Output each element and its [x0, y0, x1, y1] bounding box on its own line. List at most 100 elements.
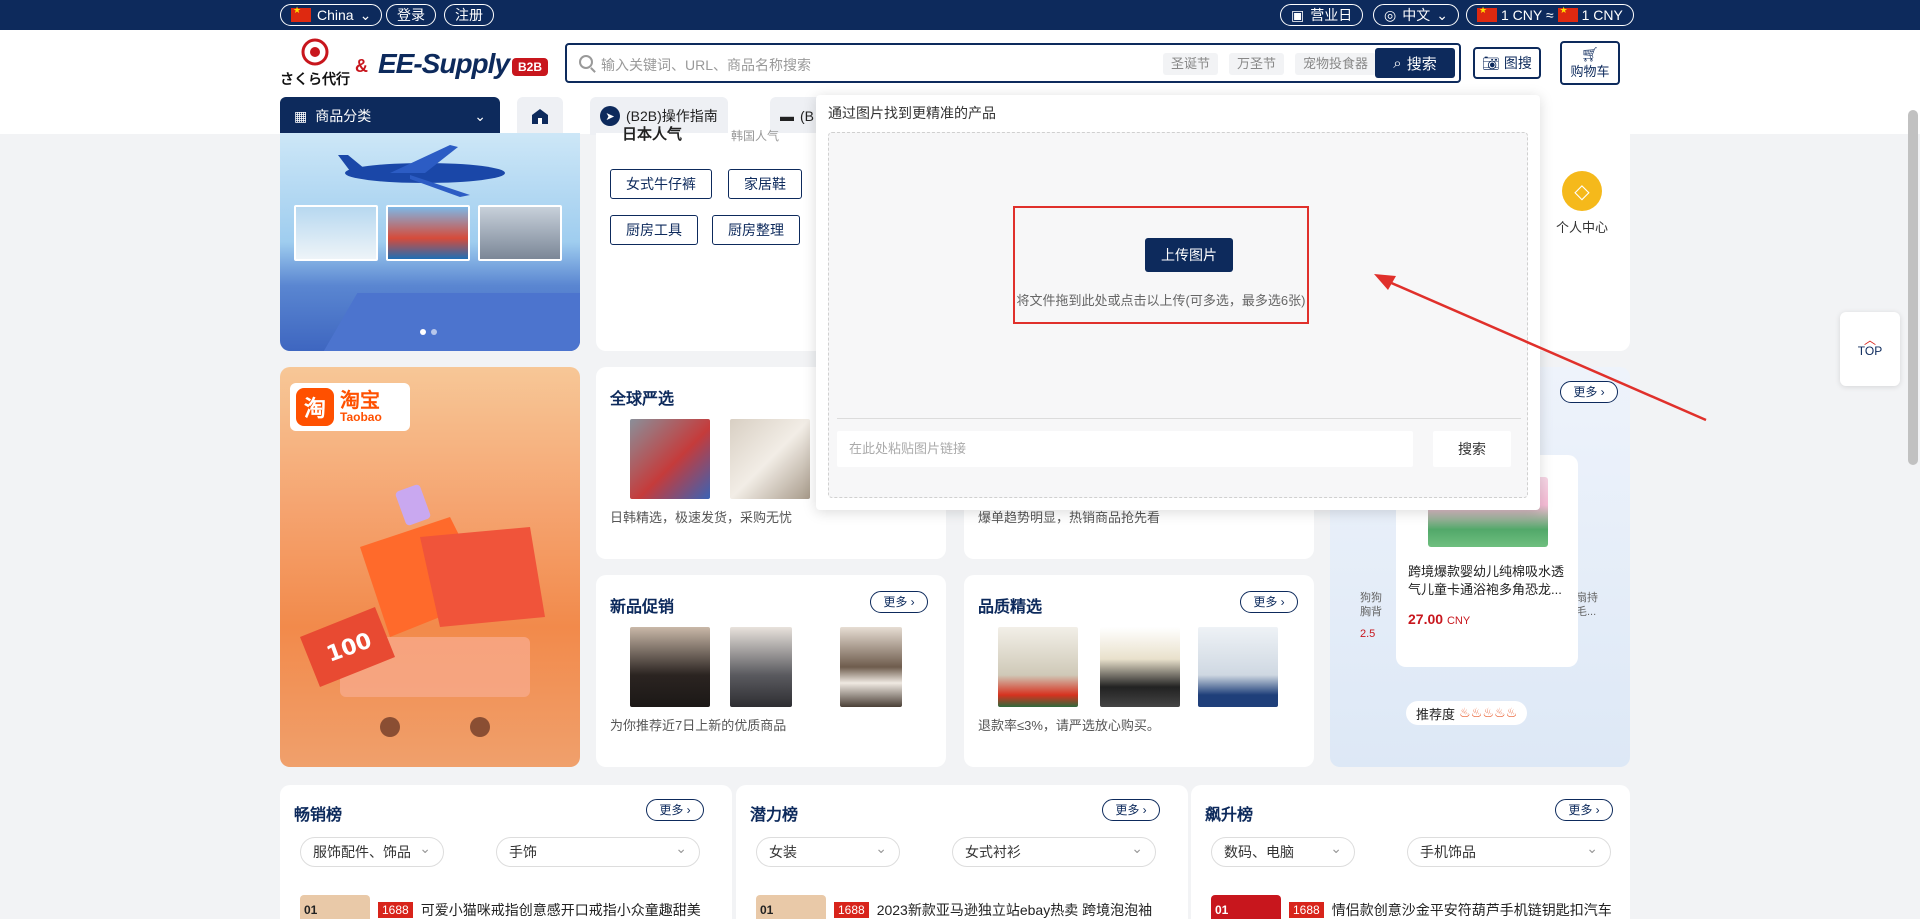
fire-icon: ♨♨♨♨♨ [1459, 705, 1518, 720]
section-subtitle: 韩国人气 [731, 129, 780, 143]
popup-title: 通过图片找到更精准的产品 [828, 105, 996, 121]
subcategory-dropdown[interactable]: 女式衬衫 [952, 834, 1156, 867]
category-dropdown[interactable]: 女装 [756, 834, 900, 867]
search-bar: 输入关键词、URL、商品名称搜索 圣诞节 万圣节 宠物投食器 ⌕ 搜索 [565, 43, 1461, 83]
product-image[interactable] [630, 419, 710, 499]
image-search-button[interactable]: 📷︎ 图搜 [1473, 47, 1541, 79]
more-button[interactable]: 更多 › [870, 591, 928, 613]
diamond-icon: ◇ [1562, 171, 1602, 211]
country-selector[interactable]: China ⌄ [280, 4, 383, 26]
language-selector[interactable]: ◎ 中文 ⌄ [1373, 4, 1459, 26]
sakura-logo[interactable]: さくら代行 [280, 38, 350, 88]
cart-icon: 🛒︎ [1581, 46, 1599, 62]
url-search-button[interactable]: 搜索 [1433, 431, 1511, 467]
section-description: 日韩精选，极速发货，采购无忧 [610, 510, 793, 525]
globe-icon: ◎ [1384, 6, 1397, 23]
back-to-top-button[interactable]: ︿ TOP [1840, 312, 1900, 386]
home-icon [532, 109, 548, 124]
search-button[interactable]: ⌕ 搜索 [1375, 48, 1455, 78]
bestseller-ranking: 畅销榜 更多 › 服饰配件、饰品 手饰 01 1688 可爱小猫咪戒指创意感开口… [280, 785, 732, 919]
more-button[interactable]: 更多 › [1102, 799, 1160, 821]
product-image[interactable] [998, 627, 1078, 707]
ranking-item[interactable]: 01 1688 情侣款创意沙金平安符葫芦手机链钥匙扣汽车 [1211, 895, 1612, 919]
more-button[interactable]: 更多 › [646, 799, 704, 821]
carousel-dots[interactable] [420, 329, 437, 335]
home-tab[interactable] [517, 97, 563, 135]
more-button[interactable]: 更多 › [1240, 591, 1298, 613]
ship-photo [386, 205, 470, 261]
business-day-button[interactable]: ▣ 营业日 [1280, 4, 1364, 26]
more-button[interactable]: 更多 › [1560, 381, 1618, 403]
divider [837, 418, 1521, 419]
keyword-chip[interactable]: 女式牛仔裤 [610, 169, 712, 199]
search-input[interactable]: 输入关键词、URL、商品名称搜索 [601, 55, 811, 75]
product-image[interactable] [1100, 627, 1180, 707]
compass-icon: ➤ [600, 106, 620, 126]
personal-center-link[interactable]: ◇ 个人中心 [1542, 171, 1622, 236]
login-button[interactable]: 登录 [386, 4, 436, 26]
section-title: 全球严选 [610, 391, 675, 408]
section-title: 品质精选 [978, 599, 1043, 616]
section-title: 日本人气 [622, 126, 683, 143]
shopping-cart-illustration: 100 [300, 484, 545, 737]
category-dropdown[interactable]: 服饰配件、饰品 [300, 834, 444, 867]
search-tag[interactable]: 万圣节 [1229, 53, 1285, 75]
product-price: 27.00 CNY [1408, 611, 1471, 627]
ee-supply-logo[interactable]: EE-Supply [378, 48, 510, 80]
rising-ranking: 飙升榜 更多 › 数码、电脑 手机饰品 01 1688 情侣款创意沙金平安符葫芦… [1191, 785, 1630, 919]
chevron-down-icon: ⌄ [474, 107, 486, 124]
taobao-banner[interactable]: 淘 淘宝 Taobao 100 [280, 367, 580, 767]
search-tag[interactable]: 宠物投食器 [1295, 53, 1377, 75]
runway-graphic [322, 293, 580, 351]
upload-image-button[interactable]: 上传图片 [1145, 238, 1233, 272]
china-flag-icon [291, 5, 311, 22]
search-icon [579, 55, 593, 69]
rating-badge: 推荐度 ♨♨♨♨♨ [1406, 701, 1528, 725]
grid-icon: ▦ [294, 107, 308, 124]
subcategory-dropdown[interactable]: 手机饰品 [1407, 834, 1611, 867]
keyword-chip[interactable]: 厨房整理 [712, 215, 800, 245]
ranking-item[interactable]: 01 1688 可爱小猫咪戒指创意感开口戒指小众童趣甜美 [300, 895, 701, 919]
scrollbar[interactable] [1908, 110, 1918, 465]
search-tag[interactable]: 圣诞节 [1163, 53, 1219, 75]
quality-selection-card[interactable]: 品质精选 更多 › 退款率≤3%，请严选放心购买。 [964, 575, 1314, 767]
image-drop-area[interactable]: 上传图片 将文件拖到此处或点击以上传(可多选，最多选6张) 在此处粘贴图片链接 … [828, 132, 1528, 498]
section-description: 为你推荐近7日上新的优质商品 [610, 718, 787, 733]
chevron-down-icon: ⌄ [359, 6, 372, 23]
china-flag-icon [1557, 5, 1578, 22]
new-promo-card[interactable]: 新品促销 更多 › 为你推荐近7日上新的优质商品 [596, 575, 946, 767]
search-icon: ⌕ [1393, 54, 1402, 72]
top-bar: China ⌄ 登录 注册 ▣ 营业日 ◎ 中文 ⌄ 1 CNY ≈ 1 CNY [0, 0, 1920, 30]
chevron-down-icon: ⌄ [1436, 6, 1448, 23]
image-url-input[interactable]: 在此处粘贴图片链接 [837, 431, 1413, 467]
card-icon: ▬ [780, 108, 794, 124]
subcategory-dropdown[interactable]: 手饰 [496, 834, 700, 867]
cart-button[interactable]: 🛒︎ 购物车 [1560, 41, 1620, 85]
register-button[interactable]: 注册 [444, 4, 494, 26]
keyword-chip[interactable]: 厨房工具 [610, 215, 698, 245]
section-title: 新品促销 [610, 599, 675, 616]
product-image[interactable] [630, 627, 710, 707]
logo-ampersand: & [355, 56, 368, 76]
category-menu-button[interactable]: ▦ 商品分类 ⌄ [280, 97, 500, 135]
b2b-badge: B2B [512, 58, 549, 76]
keyword-chip[interactable]: 家居鞋 [728, 169, 802, 199]
logistics-banner[interactable] [280, 133, 580, 351]
svg-text:さくら代行: さくら代行 [280, 71, 350, 88]
image-search-popup: 通过图片找到更精准的产品 上传图片 将文件拖到此处或点击以上传(可多选，最多选6… [816, 95, 1540, 510]
airplane-icon [338, 145, 505, 197]
section-description: 退款率≤3%，请严选放心购买。 [978, 718, 1160, 733]
product-title: 跨境爆款婴幼儿纯棉吸水透气儿童卡通浴袍多角恐龙... [1408, 564, 1565, 597]
product-image[interactable] [730, 627, 792, 707]
upload-hint: 将文件拖到此处或点击以上传(可多选，最多选6张) [1016, 293, 1306, 308]
ranking-item[interactable]: 01 1688 2023新款亚马逊独立站ebay热卖 跨境泡泡袖 [756, 895, 1152, 919]
product-image[interactable] [840, 627, 902, 707]
currency-selector[interactable]: 1 CNY ≈ 1 CNY [1466, 4, 1634, 26]
product-image[interactable] [1198, 627, 1278, 707]
product-image[interactable] [730, 419, 810, 499]
calendar-icon: ▣ [1291, 6, 1305, 23]
category-dropdown[interactable]: 数码、电脑 [1211, 834, 1355, 867]
upload-zone[interactable]: 上传图片 将文件拖到此处或点击以上传(可多选，最多选6张) [1013, 206, 1309, 324]
china-flag-icon [1477, 5, 1497, 22]
more-button[interactable]: 更多 › [1555, 799, 1613, 821]
